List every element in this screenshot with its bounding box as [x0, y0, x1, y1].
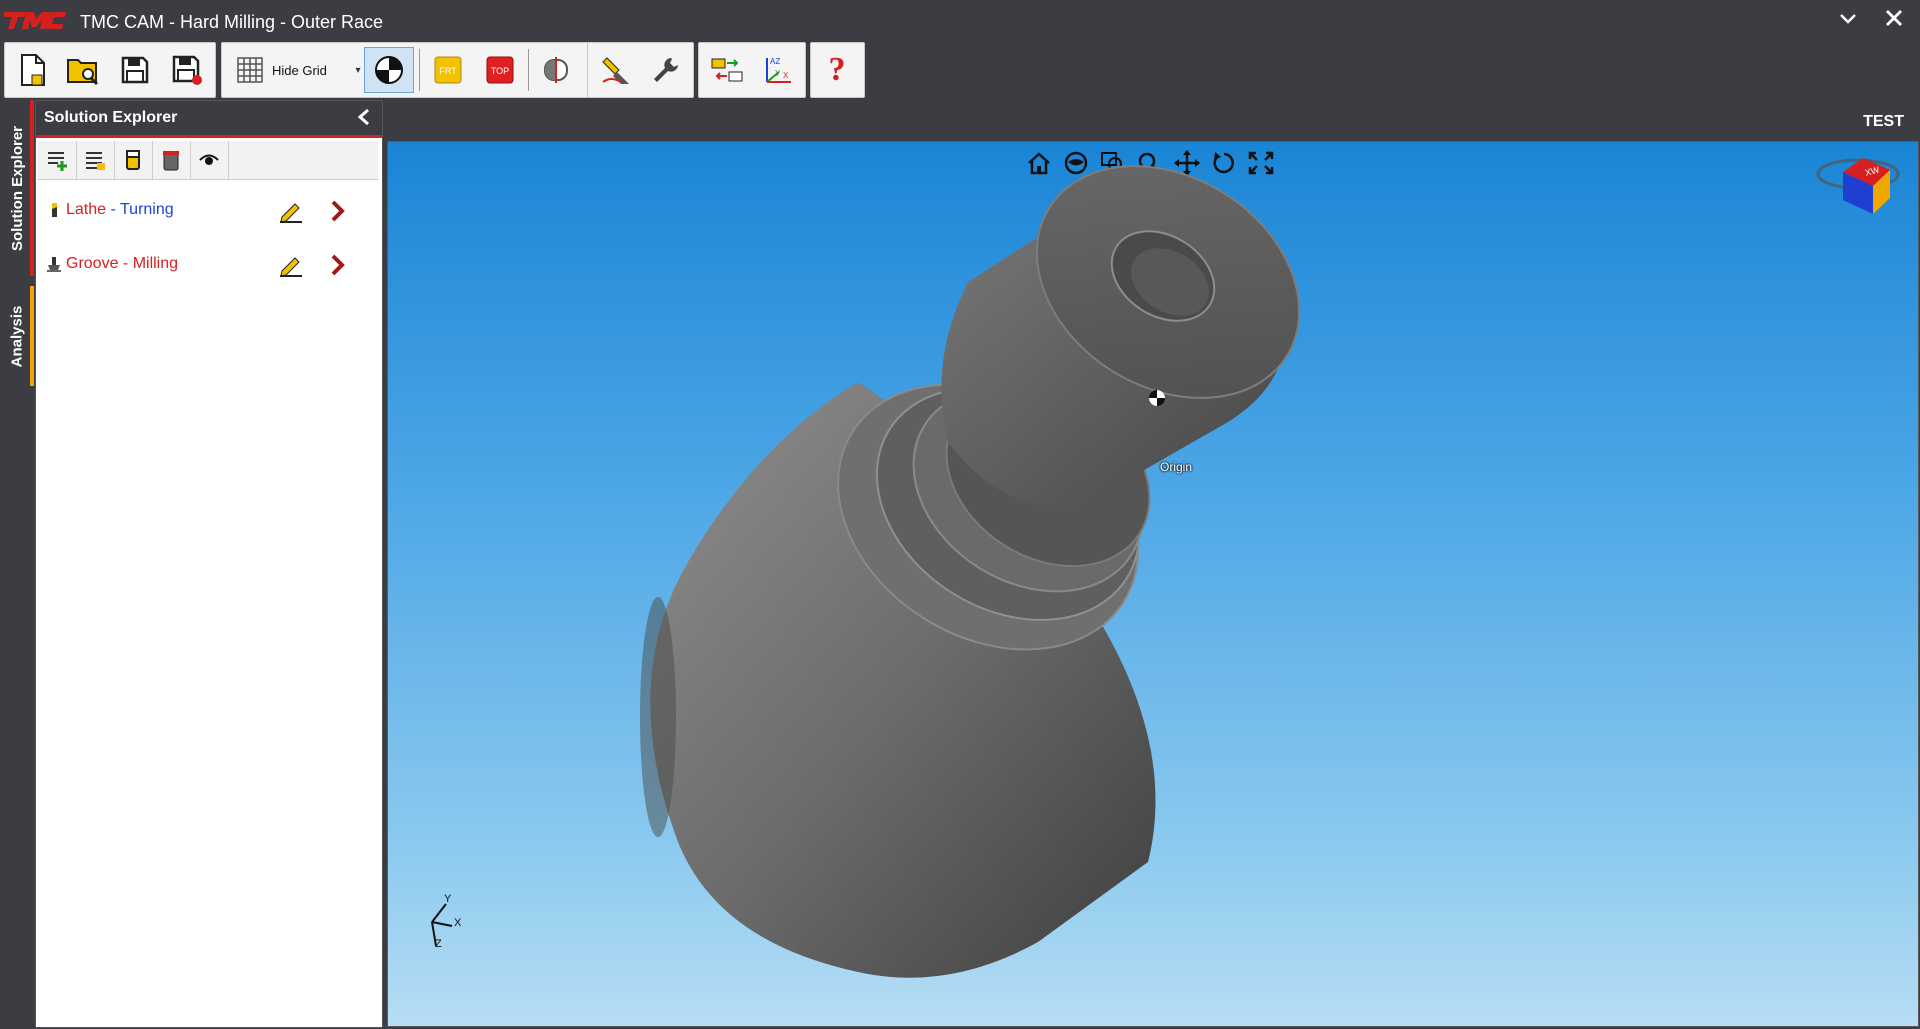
hide-grid-button[interactable]: Hide Grid — [272, 47, 350, 93]
tab-analysis-label: Analysis — [8, 305, 26, 367]
tree-item-operation: Turning — [119, 201, 174, 218]
tmc-logo-icon — [4, 12, 66, 29]
3d-viewport[interactable]: XW Y X Z Origin — [387, 141, 1919, 1027]
tab-accent-bar — [30, 286, 34, 386]
title-bar: TMC CAM - Hard Milling - Outer Race — [0, 0, 1920, 40]
tree-item-operation: Milling — [132, 255, 179, 272]
stock-icon[interactable] — [114, 141, 153, 179]
add-list-icon[interactable] — [76, 141, 115, 179]
wrench-icon[interactable] — [644, 47, 688, 93]
part-model-outer-race: XW Y X Z — [431, 158, 1900, 978]
new-file-icon[interactable] — [11, 47, 55, 93]
tree-item-groove-milling[interactable]: Groove - Milling — [46, 249, 376, 279]
delete-icon[interactable] — [152, 141, 191, 179]
close-icon[interactable] — [1882, 8, 1906, 32]
grid-icon[interactable] — [228, 47, 272, 93]
tree-item-lathe-turning[interactable]: Lathe - Turning — [46, 195, 376, 225]
solution-explorer-title: Solution Explorer — [44, 109, 178, 126]
add-operation-icon[interactable] — [38, 141, 77, 179]
solution-explorer-panel: Solution Explorer Lathe - Turning Groove… — [35, 100, 383, 1028]
chevron-left-icon[interactable] — [356, 107, 372, 132]
compare-icon[interactable] — [705, 47, 749, 93]
window-title: TMC CAM - Hard Milling - Outer Race — [80, 12, 384, 32]
tool-toolbar-group — [587, 42, 694, 98]
edit-icon[interactable] — [278, 253, 304, 277]
chevron-right-icon[interactable] — [328, 199, 348, 223]
tab-analysis[interactable]: Analysis — [0, 286, 34, 386]
top-view-label: TOP — [491, 66, 509, 76]
file-toolbar-group — [4, 42, 216, 98]
origin-icon[interactable] — [364, 47, 414, 93]
chevron-down-icon[interactable] — [1836, 8, 1860, 32]
help-label: ? — [828, 51, 846, 88]
svg-text:AZ: AZ — [770, 57, 780, 66]
front-view-icon[interactable]: FRT — [426, 47, 470, 93]
save-as-icon[interactable] — [165, 47, 209, 93]
section-view-icon[interactable] — [534, 47, 578, 93]
viewport-header: TEST — [384, 100, 1920, 140]
mill-tool-icon — [47, 257, 61, 272]
save-icon[interactable] — [113, 47, 157, 93]
tree-item-separator: - — [106, 201, 120, 218]
side-tab-strip: Solution Explorer Analysis — [0, 100, 34, 1029]
tree-item-type: Lathe — [66, 201, 107, 218]
origin-label: Origin — [1160, 460, 1193, 474]
tab-solution-explorer[interactable]: Solution Explorer — [0, 100, 34, 276]
view-cube[interactable]: XW — [1816, 158, 1900, 214]
tree-item-type: Groove — [66, 255, 119, 272]
help-toolbar-group: ? — [810, 42, 865, 98]
top-view-icon[interactable]: TOP — [478, 47, 522, 93]
setup-toolbar-group: AZ Y X — [698, 42, 806, 98]
lathe-tool-icon — [52, 203, 57, 217]
tree-item-label: Groove - Milling — [66, 255, 178, 273]
solution-explorer-toolbar — [38, 141, 378, 180]
tab-accent-bar — [30, 100, 34, 276]
tree-item-separator: - — [118, 255, 133, 272]
axis-x-label: X — [454, 917, 462, 929]
document-name-label: TEST — [1863, 113, 1904, 130]
edit-icon[interactable] — [278, 199, 304, 223]
svg-text:Y: Y — [775, 69, 781, 78]
solution-explorer-header: Solution Explorer — [36, 101, 382, 138]
tab-solution-explorer-label: Solution Explorer — [8, 125, 26, 251]
axis-y-label: Y — [444, 893, 452, 905]
help-icon[interactable]: ? — [815, 47, 859, 93]
tree-item-label: Lathe - Turning — [66, 201, 174, 219]
toolbar-separator — [528, 49, 529, 91]
tool-path-icon[interactable] — [594, 47, 638, 93]
main-toolbar: Hide Grid ▾ FRT TOP AZ Y X ? — [0, 40, 1920, 101]
toolbar-separator — [419, 49, 420, 91]
axis-icon[interactable]: AZ Y X — [755, 47, 799, 93]
visibility-icon[interactable] — [190, 141, 229, 179]
front-view-label: FRT — [439, 66, 457, 76]
axis-z-label: Z — [435, 938, 442, 950]
svg-text:X: X — [783, 71, 789, 80]
open-file-icon[interactable] — [61, 47, 105, 93]
axis-triad: Y X Z — [431, 893, 462, 950]
chevron-right-icon[interactable] — [328, 253, 348, 277]
